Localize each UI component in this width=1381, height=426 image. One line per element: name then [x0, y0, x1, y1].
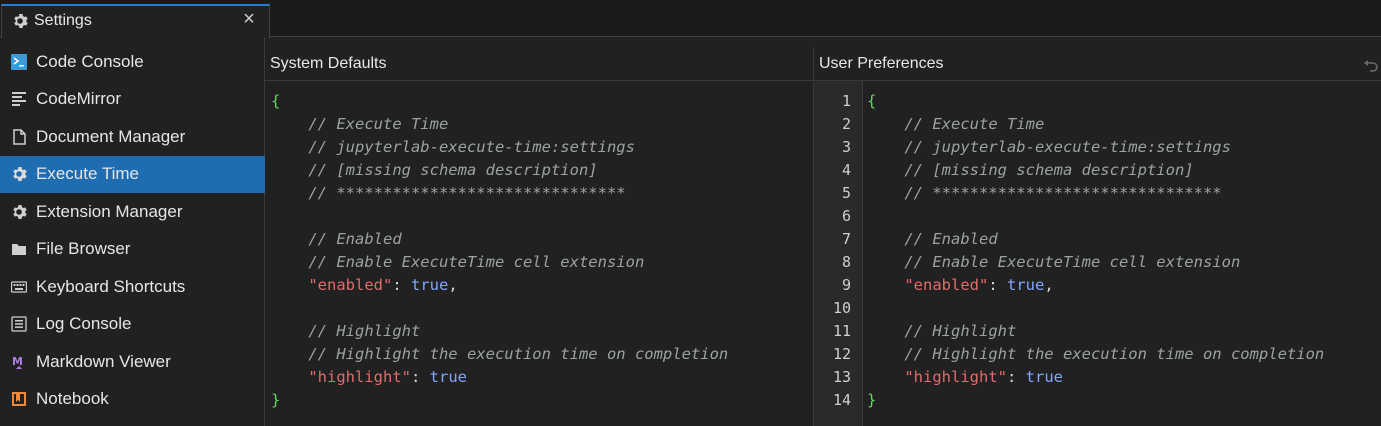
- code-line: // *******************************: [904, 184, 1222, 202]
- code-line: // Enable ExecuteTime cell extension: [904, 253, 1241, 271]
- panel-title: System Defaults: [270, 55, 387, 72]
- code-line: }: [271, 391, 281, 409]
- list-icon: [11, 316, 27, 332]
- line-number: 13: [832, 368, 851, 386]
- code-line: {: [271, 92, 281, 110]
- code-line: // jupyterlab-execute-time:settings: [904, 138, 1231, 156]
- code-line: // [missing schema description]: [904, 161, 1194, 179]
- code-line: "enabled": true,: [904, 276, 1054, 294]
- code-line: // jupyterlab-execute-time:settings: [308, 138, 635, 156]
- sidebar-item-code-console[interactable]: Code Console: [0, 44, 265, 81]
- code-line: // Highlight: [308, 322, 421, 340]
- line-number: 9: [841, 276, 851, 294]
- sidebar-item-extension-manager[interactable]: Extension Manager: [0, 194, 265, 231]
- sidebar-item-label: Extension Manager: [36, 202, 183, 221]
- close-icon[interactable]: ×: [238, 8, 260, 30]
- code-line: "enabled": true,: [308, 276, 458, 294]
- line-number-gutter: 1 2 3 4 5 6 7 8 9 10 11 12 13 14: [814, 81, 863, 426]
- panel-title: User Preferences: [819, 55, 944, 72]
- markdown-icon: M: [12, 355, 23, 369]
- system-defaults-header: System Defaults: [265, 47, 813, 81]
- code-line: }: [867, 391, 877, 409]
- line-number: 6: [841, 207, 851, 225]
- sidebar-item-label: Markdown Viewer: [36, 352, 171, 371]
- sidebar-item-label: File Browser: [36, 239, 131, 258]
- code-line: // [missing schema description]: [308, 161, 598, 179]
- file-icon: [13, 129, 26, 145]
- code-line: // Enabled: [308, 230, 402, 248]
- code-line: {: [867, 92, 877, 110]
- line-number: 1: [841, 92, 851, 110]
- sidebar-item-log-console[interactable]: Log Console: [0, 306, 265, 343]
- sidebar-item-codemirror[interactable]: CodeMirror: [0, 81, 265, 118]
- undo-icon[interactable]: [1363, 57, 1379, 73]
- user-preferences-header: User Preferences: [814, 47, 1381, 81]
- code-line: "highlight": true: [904, 368, 1063, 386]
- line-number: 14: [832, 391, 851, 409]
- code-line: // Enabled: [904, 230, 998, 248]
- keyboard-icon: [11, 281, 27, 293]
- gear-icon: [13, 205, 27, 219]
- line-number: 3: [841, 138, 851, 156]
- sidebar-item-document-manager[interactable]: Document Manager: [0, 119, 265, 156]
- line-number: 5: [841, 184, 851, 202]
- line-number: 10: [832, 299, 851, 317]
- sidebar-item-keyboard-shortcuts[interactable]: Keyboard Shortcuts: [0, 269, 265, 306]
- text-editor-icon: [12, 92, 26, 106]
- user-preferences-editor[interactable]: { // Execute Time // jupyterlab-execute-…: [867, 90, 1377, 420]
- line-number: 12: [832, 345, 851, 363]
- sidebar-item-label: Execute Time: [36, 164, 139, 183]
- code-line: // Execute Time: [308, 115, 449, 133]
- system-defaults-editor: { // Execute Time // jupyterlab-execute-…: [271, 90, 811, 420]
- tab-bar: Settings ×: [0, 0, 1381, 38]
- settings-sidebar: Code Console CodeMirror Document Manager…: [0, 38, 265, 426]
- code-line: // Enable ExecuteTime cell extension: [308, 253, 645, 271]
- line-number: 2: [841, 115, 851, 133]
- sidebar-item-notebook[interactable]: Notebook: [0, 381, 265, 418]
- line-number: 8: [841, 253, 851, 271]
- code-line: // Execute Time: [904, 115, 1045, 133]
- code-line: // Highlight the execution time on compl…: [308, 345, 729, 363]
- gear-icon: [13, 167, 27, 181]
- line-number: 7: [841, 230, 851, 248]
- sidebar-item-label: Log Console: [36, 314, 132, 333]
- sidebar-item-markdown-viewer[interactable]: M Markdown Viewer: [0, 344, 265, 381]
- sidebar-item-execute-time[interactable]: Execute Time: [0, 156, 265, 193]
- sidebar-item-label: CodeMirror: [36, 89, 122, 108]
- code-line: // Highlight: [904, 322, 1017, 340]
- tab-title: Settings: [34, 12, 92, 29]
- sidebar-item-file-browser[interactable]: File Browser: [0, 231, 265, 268]
- console-icon: [11, 54, 27, 70]
- folder-icon: [12, 244, 26, 255]
- code-line: // *******************************: [308, 184, 626, 202]
- gear-icon: [14, 14, 28, 28]
- svg-text:M: M: [12, 355, 23, 368]
- notebook-icon: [12, 392, 26, 406]
- sidebar-item-label: Keyboard Shortcuts: [36, 277, 186, 296]
- line-number: 4: [841, 161, 851, 179]
- sidebar-item-label: Document Manager: [36, 127, 186, 146]
- code-line: // Highlight the execution time on compl…: [904, 345, 1325, 363]
- sidebar-item-label: Code Console: [36, 52, 144, 71]
- tab-settings[interactable]: Settings ×: [1, 4, 270, 38]
- sidebar-item-label: Notebook: [36, 389, 109, 408]
- code-line: "highlight": true: [308, 368, 467, 386]
- line-number: 11: [832, 322, 851, 340]
